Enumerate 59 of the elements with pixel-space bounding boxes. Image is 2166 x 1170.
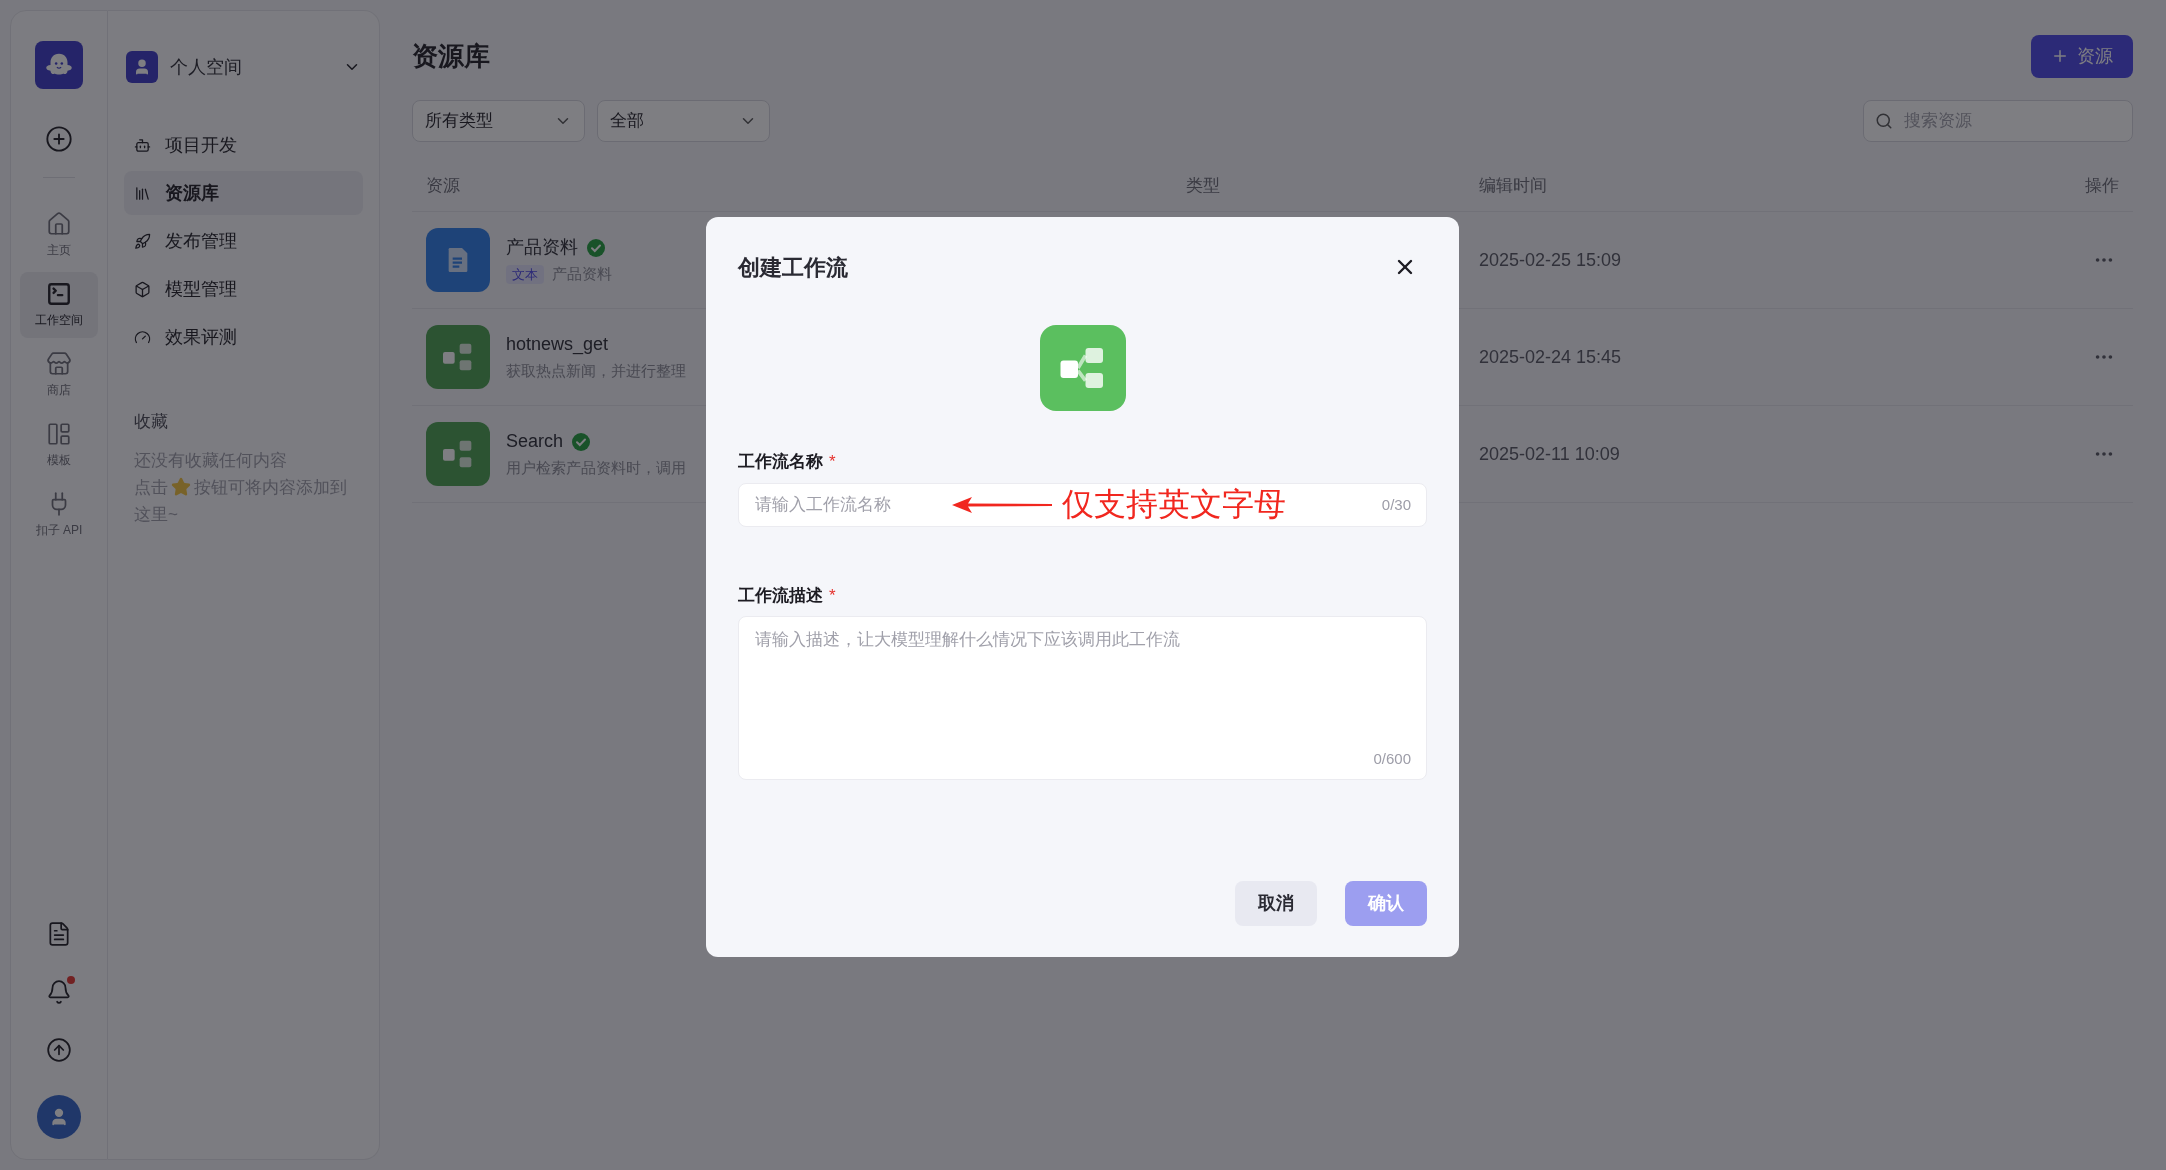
column-header: 资源 bbox=[426, 174, 461, 197]
store-icon bbox=[46, 351, 72, 377]
star-icon bbox=[171, 477, 191, 497]
home-icon bbox=[46, 211, 72, 237]
resource-name: Search bbox=[506, 430, 564, 454]
character-counter: 0/30 bbox=[1381, 494, 1411, 515]
required-mark: * bbox=[829, 584, 836, 607]
create-icon[interactable] bbox=[45, 125, 73, 153]
filter-dropdown[interactable]: 全部 bbox=[597, 100, 770, 142]
rail-nav-item[interactable]: 商店 bbox=[20, 342, 98, 408]
sidebar-menu-item[interactable]: 模型管理 bbox=[124, 267, 363, 311]
workflow-icon bbox=[426, 422, 490, 486]
annotation-text: 仅支持英文字母 bbox=[1062, 484, 1286, 524]
search-icon bbox=[1875, 112, 1893, 130]
edit-time: 2025-02-11 10:09 bbox=[1479, 442, 1621, 466]
column-header: 类型 bbox=[1186, 174, 1221, 197]
terminal-icon bbox=[46, 281, 72, 307]
resource-name: hotnews_get bbox=[506, 333, 609, 357]
edit-time: 2025-02-24 15:45 bbox=[1479, 345, 1623, 369]
resource-name: 产品资料 bbox=[506, 236, 578, 260]
type-tag: 文本 bbox=[506, 264, 544, 285]
user-icon bbox=[49, 1107, 69, 1127]
cube-icon bbox=[134, 280, 151, 298]
layout-icon bbox=[46, 421, 72, 447]
rocket-icon bbox=[134, 232, 151, 250]
edit-time: 2025-02-25 15:09 bbox=[1479, 248, 1623, 272]
plus-icon bbox=[2051, 47, 2069, 65]
gauge-icon bbox=[134, 328, 151, 346]
sidebar-menu-item[interactable]: 项目开发 bbox=[124, 123, 363, 167]
book-icon bbox=[134, 184, 151, 202]
column-header: 操作 bbox=[2084, 174, 2119, 197]
column-header: 编辑时间 bbox=[1479, 174, 1548, 197]
field-label: 工作流描述 bbox=[738, 584, 823, 607]
field-label: 工作流名称 bbox=[738, 451, 823, 473]
bell-icon[interactable] bbox=[46, 979, 72, 1005]
upgrade-icon[interactable] bbox=[46, 1037, 72, 1063]
filter-dropdown[interactable]: 所有类型 bbox=[412, 100, 585, 142]
sidebar-menu-item[interactable]: 发布管理 bbox=[124, 219, 363, 263]
dialog-title: 创建工作流 bbox=[738, 253, 848, 282]
workflow-icon bbox=[426, 325, 490, 389]
logo-icon[interactable] bbox=[35, 41, 83, 89]
space-avatar bbox=[126, 51, 158, 83]
favorites-heading: 收藏 bbox=[133, 411, 169, 433]
cancel-button[interactable]: 取消 bbox=[1235, 881, 1317, 926]
rail-nav-item[interactable]: 模板 bbox=[20, 412, 98, 478]
document-icon[interactable] bbox=[46, 921, 72, 947]
character-counter: 0/600 bbox=[1373, 748, 1411, 769]
document-icon bbox=[426, 228, 490, 292]
add-resource-button[interactable]: 资源 bbox=[2031, 34, 2133, 78]
sidebar-menu-item[interactable]: 资源库 bbox=[124, 171, 363, 215]
page-title: 资源库 bbox=[412, 39, 490, 73]
space-selector[interactable]: 个人空间 bbox=[124, 47, 363, 87]
avatar[interactable] bbox=[37, 1095, 81, 1139]
robot-icon bbox=[134, 136, 151, 154]
workflow-avatar[interactable] bbox=[1039, 325, 1126, 411]
rail-nav-item[interactable]: 扣子 API bbox=[20, 482, 98, 548]
required-mark: * bbox=[829, 451, 836, 473]
sidebar-menu-item[interactable]: 效果评测 bbox=[124, 315, 363, 359]
rail-nav-item[interactable]: 工作空间 bbox=[20, 272, 98, 338]
